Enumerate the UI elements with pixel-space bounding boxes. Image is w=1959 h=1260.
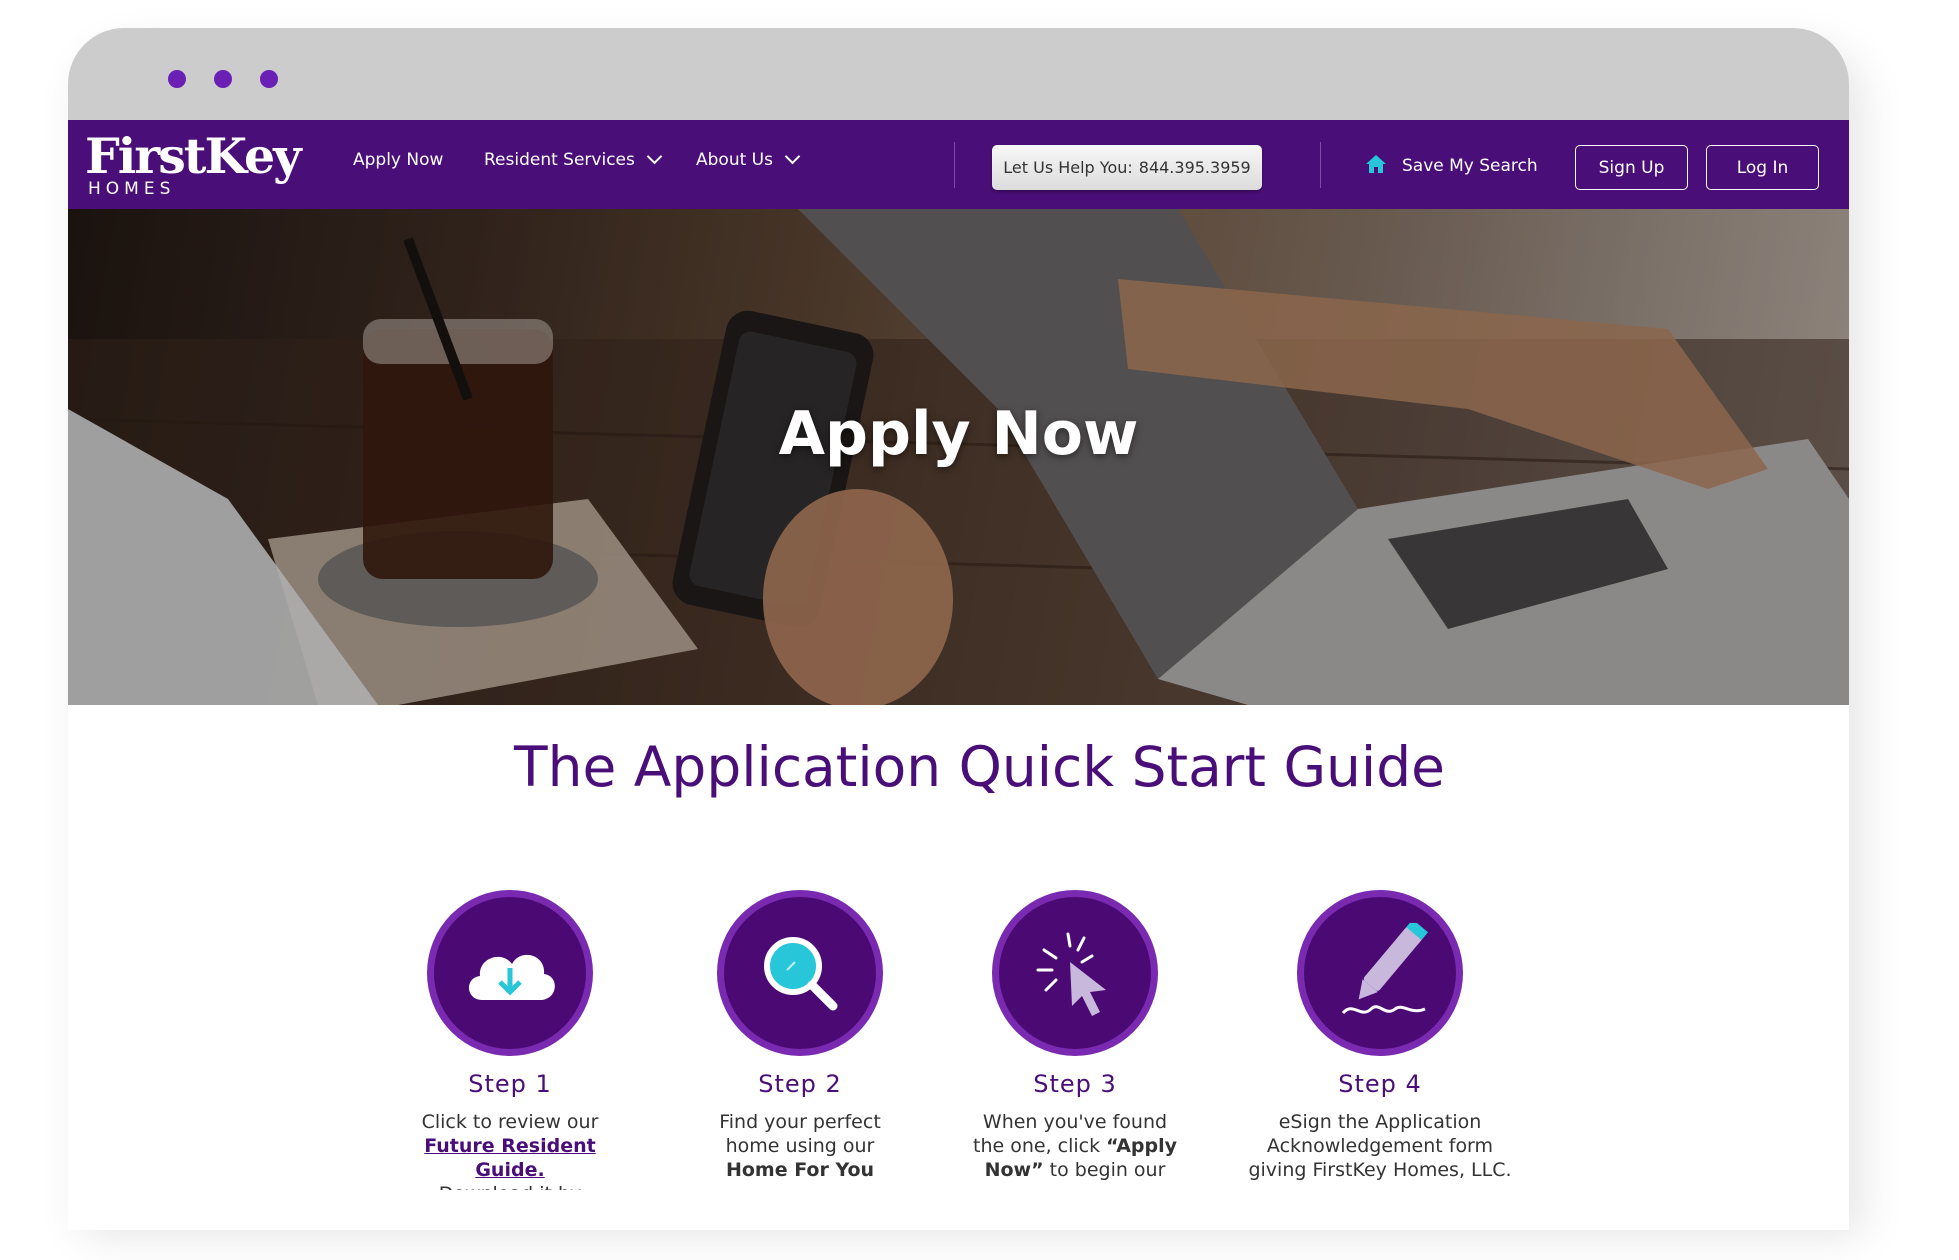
step-card: Step 4 eSign the Application Acknowledge… xyxy=(1220,890,1540,1182)
step-line: Acknowledgement form xyxy=(1266,1135,1494,1157)
step-line: Click to review our xyxy=(421,1111,599,1133)
step-line: the one, click xyxy=(973,1135,1101,1157)
future-resident-guide-link[interactable]: Future Resident Guide. xyxy=(424,1135,595,1181)
cloud-download-icon xyxy=(427,890,593,1056)
nav-about-us[interactable]: About Us xyxy=(696,148,801,170)
step-description: Find your perfect home using our Home Fo… xyxy=(690,1110,910,1182)
step-description: When you've found the one, click “Apply … xyxy=(955,1110,1195,1182)
step-line: home using our xyxy=(725,1135,875,1157)
save-search-label: Save My Search xyxy=(1402,156,1538,176)
nav-divider xyxy=(954,142,955,188)
page-cutoff xyxy=(68,1190,1849,1230)
step-description: eSign the Application Acknowledgement fo… xyxy=(1220,1110,1540,1182)
step-line: When you've found xyxy=(982,1111,1168,1133)
step-card: Step 1 Click to review our Future Reside… xyxy=(390,890,630,1206)
help-phone: 844.395.3959 xyxy=(1138,158,1251,177)
step-title: Step 4 xyxy=(1338,1070,1422,1098)
step-card: Step 3 When you've found the one, click … xyxy=(955,890,1195,1182)
pen-sign-icon xyxy=(1297,890,1463,1056)
apply-now-quote: Now” xyxy=(984,1159,1044,1181)
step-line: eSign the Application xyxy=(1278,1111,1482,1133)
step-line: to begin our xyxy=(1049,1159,1166,1181)
step-title: Step 3 xyxy=(1033,1070,1117,1098)
step-card: Step 2 Find your perfect home using our … xyxy=(690,890,910,1182)
nav-apply-now[interactable]: Apply Now xyxy=(353,150,443,170)
home-for-you-label: Home For You xyxy=(725,1159,875,1181)
nav-item-label: Apply Now xyxy=(353,150,444,170)
guide-title: The Application Quick Start Guide xyxy=(514,735,1445,799)
chevron-down-icon xyxy=(784,148,801,165)
window-chrome xyxy=(68,28,1849,120)
nav-divider xyxy=(1320,142,1321,188)
step-line: Find your perfect xyxy=(719,1111,881,1133)
step-title: Step 2 xyxy=(758,1070,842,1098)
site-header: FirstKey HOMES Apply Now Resident Servic… xyxy=(68,120,1849,209)
magnifier-icon xyxy=(717,890,883,1056)
step-title: Step 1 xyxy=(468,1070,552,1098)
hero-banner: Apply Now xyxy=(68,209,1849,705)
nav-item-label: About Us xyxy=(696,150,773,170)
nav-item-label: Resident Services xyxy=(484,150,635,170)
sign-up-button[interactable]: Sign Up xyxy=(1575,145,1688,190)
help-label: Let Us Help You: xyxy=(1003,158,1133,177)
hero-title: Apply Now xyxy=(778,399,1139,469)
apply-now-quote: “Apply xyxy=(1106,1135,1177,1157)
step-line: giving FirstKey Homes, LLC. xyxy=(1248,1159,1512,1181)
firstkey-logo[interactable]: FirstKey HOMES xyxy=(85,127,302,198)
logo-wordmark: FirstKey xyxy=(85,127,302,185)
nav-resident-services[interactable]: Resident Services xyxy=(484,148,663,170)
help-phone-button[interactable]: Let Us Help You: 844.395.3959 xyxy=(992,145,1262,190)
home-icon xyxy=(1364,153,1388,180)
window-dot xyxy=(214,70,232,88)
window-dot xyxy=(260,70,278,88)
log-in-button[interactable]: Log In xyxy=(1706,145,1819,190)
save-search-button[interactable]: Save My Search xyxy=(1364,147,1538,185)
cursor-click-icon xyxy=(992,890,1158,1056)
chevron-down-icon xyxy=(646,148,663,165)
window-dot xyxy=(168,70,186,88)
